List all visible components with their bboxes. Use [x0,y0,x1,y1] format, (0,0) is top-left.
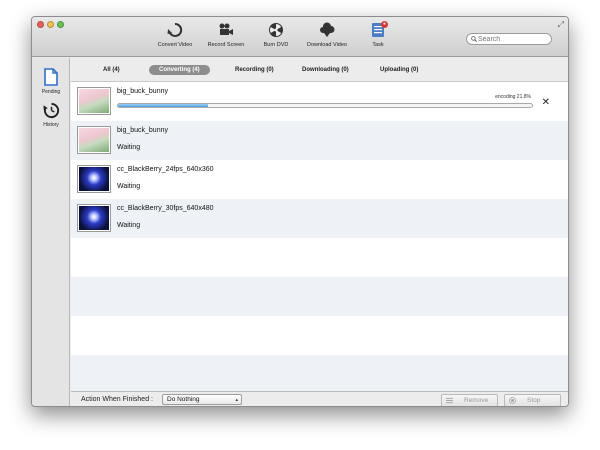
video-thumbnail [77,87,111,115]
search-input[interactable] [478,35,548,43]
convert-video-label: Convert Video [157,42,193,48]
app-window: ⤢ Convert Video Record Screen Burn DVD D… [31,16,569,407]
stop-button-label: Stop [527,397,541,404]
burn-dvd-button[interactable]: Burn DVD [256,22,296,56]
video-thumbnail [77,165,111,193]
document-icon [44,68,58,86]
zoom-window-button[interactable] [57,21,64,28]
task-count-badge: ● [381,21,388,28]
sidebar: Pending History [32,58,70,406]
history-clock-icon [42,102,59,119]
video-thumbnail [77,126,111,154]
task-list: big_buck_bunny encoding 21.8% ✕ big_buck… [71,82,568,391]
bottom-bar: Action When Finished : Do Nothing ▴▾ Rem… [71,391,568,406]
filter-tabs: All (4) Converting (4) Recording (0) Dow… [71,58,568,82]
video-thumbnail [77,204,111,232]
stop-button[interactable]: Stop [504,394,561,406]
fullscreen-icon[interactable]: ⤢ [558,20,564,30]
empty-row [71,277,568,316]
select-arrows-icon: ▴▾ [235,397,238,403]
download-video-label: Download Video [307,42,347,48]
search-icon [471,36,477,42]
tab-converting[interactable]: Converting (4) [149,65,210,75]
stop-icon [509,397,516,404]
task-label: Task [372,42,384,48]
minimize-window-button[interactable] [47,21,54,28]
task-row[interactable]: big_buck_bunny encoding 21.8% ✕ [71,82,568,121]
task-row[interactable]: cc_BlackBerry_24fps_640x360 Waiting [71,160,568,199]
task-row[interactable]: cc_BlackBerry_30fps_640x480 Waiting [71,199,568,238]
remove-list-icon [446,397,453,404]
sidebar-item-label: Pending [41,89,61,95]
search-field[interactable] [466,33,552,45]
tab-all[interactable]: All (4) [103,65,120,75]
task-button[interactable]: ● Task [366,21,390,56]
sidebar-item-label: History [43,122,59,128]
download-cloud-icon [320,22,335,37]
cancel-task-icon[interactable]: ✕ [542,97,550,108]
task-status: Waiting [117,183,141,190]
record-screen-label: Record Screen [207,42,245,48]
remove-button-label: Remove [464,397,489,404]
close-window-button[interactable] [37,21,44,28]
convert-icon [167,22,183,37]
tab-uploading[interactable]: Uploading (0) [380,65,418,75]
task-status: Waiting [117,222,141,229]
tab-downloading[interactable]: Downloading (0) [302,65,349,75]
remove-button[interactable]: Remove [441,394,498,406]
task-title: big_buck_bunny [117,88,168,95]
empty-row [71,355,568,391]
record-camera-icon [219,23,233,35]
empty-row [71,238,568,277]
encoding-progress-bar [117,103,533,108]
task-status: Waiting [117,144,141,151]
action-when-finished-value: Do Nothing [167,396,200,403]
action-when-finished-select[interactable]: Do Nothing ▴▾ [162,394,242,405]
tab-recording[interactable]: Recording (0) [235,65,274,75]
burn-dvd-icon [269,23,283,37]
task-title: big_buck_bunny [117,127,168,134]
task-title: cc_BlackBerry_24fps_640x360 [117,166,214,173]
empty-row [71,316,568,355]
action-when-finished-label: Action When Finished : [81,396,153,403]
progress-fill [118,104,209,107]
sidebar-item-pending[interactable]: Pending [32,68,70,95]
burn-dvd-label: Burn DVD [263,42,289,48]
record-screen-button[interactable]: Record Screen [204,22,248,56]
encoding-progress-text: encoding 21.8% [495,94,531,100]
download-video-button[interactable]: Download Video [303,22,351,56]
sidebar-item-history[interactable]: History [32,102,70,128]
convert-video-button[interactable]: Convert Video [153,22,197,56]
task-row[interactable]: big_buck_bunny Waiting [71,121,568,160]
task-title: cc_BlackBerry_30fps_640x480 [117,205,214,212]
title-bar: ⤢ Convert Video Record Screen Burn DVD D… [32,17,568,57]
